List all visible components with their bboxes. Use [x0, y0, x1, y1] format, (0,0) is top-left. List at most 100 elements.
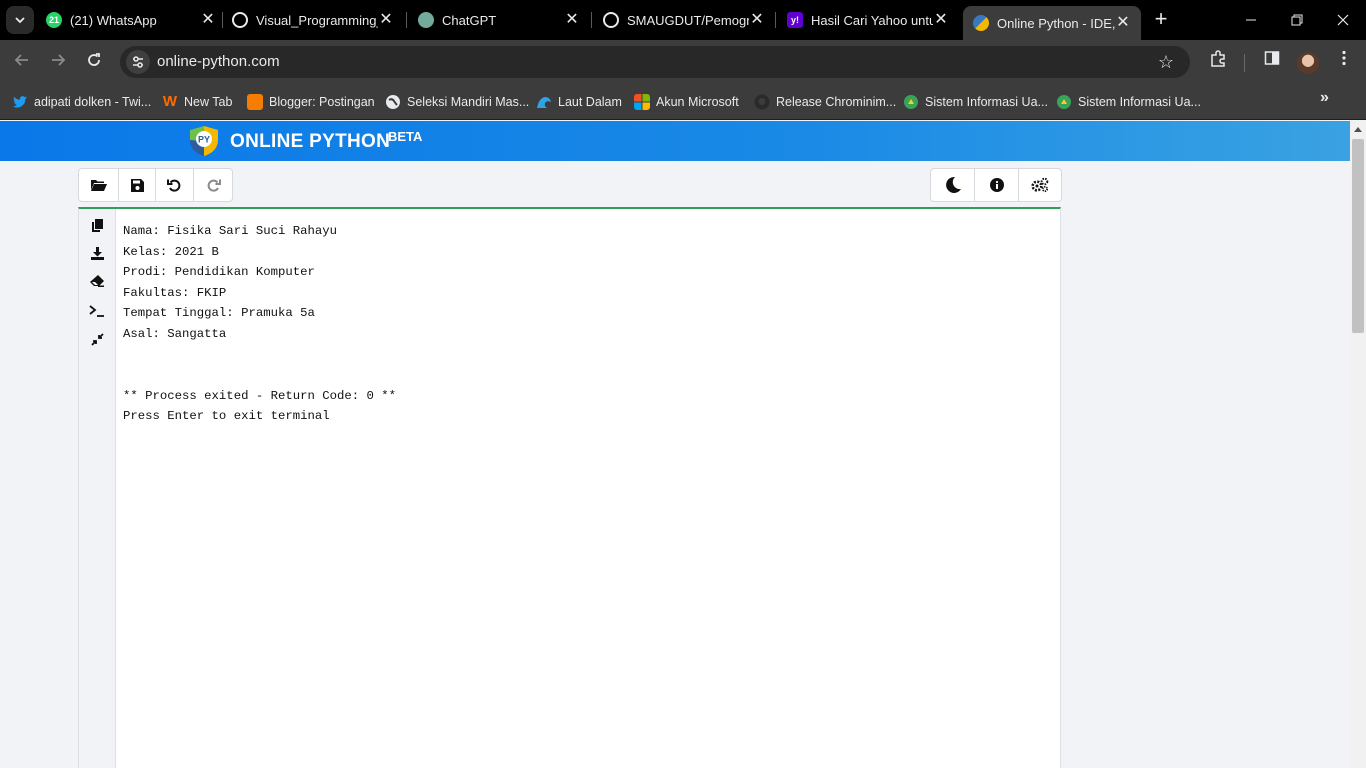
file-toolbar	[78, 168, 233, 202]
whatsapp-icon: 21	[46, 12, 62, 28]
terminal-line: Kelas: 2021 B	[123, 244, 219, 259]
save-button[interactable]	[119, 169, 156, 201]
terminal-output: Nama: Fisika Sari Suci Rahayu Kelas: 2021…	[123, 221, 396, 427]
close-icon[interactable]: ✕	[200, 12, 216, 28]
arrow-left-icon	[14, 54, 28, 66]
undo-icon	[167, 179, 181, 192]
bookmark-label: Akun Microsoft	[656, 95, 739, 109]
forward-button[interactable]	[46, 50, 70, 74]
terminal-icon	[89, 305, 104, 317]
terminal-button[interactable]	[87, 301, 107, 321]
page-scrollbar[interactable]	[1350, 121, 1366, 768]
copy-icon	[91, 218, 103, 232]
bookmark-star-icon[interactable]: ☆	[1154, 50, 1178, 74]
tab-title: (21) WhatsApp	[70, 12, 157, 28]
bookmark-item[interactable]: Blogger: Postingan	[247, 92, 375, 112]
terminal-panel[interactable]: Nama: Fisika Sari Suci Rahayu Kelas: 2021…	[78, 207, 1061, 768]
bookmark-item[interactable]: Laut Dalam	[536, 92, 622, 112]
download-button[interactable]	[87, 243, 107, 263]
close-icon[interactable]: ✕	[933, 12, 949, 28]
open-file-button[interactable]	[79, 169, 119, 201]
more-vert-icon	[1342, 50, 1346, 66]
tab-yahoo[interactable]: y! Hasil Cari Yahoo untu ✕	[787, 0, 949, 40]
folder-open-icon	[90, 180, 107, 191]
w-icon: W	[162, 93, 178, 110]
profile-avatar[interactable]	[1297, 52, 1319, 74]
tab-smaugdut[interactable]: SMAUGDUT/Pemogra ✕	[603, 0, 765, 40]
bookmark-label: adipati dolken - Twi...	[34, 95, 152, 109]
yahoo-icon: y!	[787, 12, 803, 28]
bookmark-label: Laut Dalam	[558, 95, 622, 109]
copy-button[interactable]	[87, 215, 107, 235]
bookmark-item[interactable]: W New Tab	[162, 92, 233, 112]
tab-title: Visual_Programming_	[256, 12, 378, 28]
close-icon[interactable]: ✕	[564, 12, 580, 28]
tab-search-button[interactable]	[6, 6, 34, 34]
tab-separator	[406, 12, 407, 28]
browser-toolbar: online-python.com ☆	[0, 40, 1366, 84]
info-button[interactable]	[975, 169, 1019, 201]
bookmark-item[interactable]: Sistem Informasi Ua...	[1056, 92, 1201, 112]
save-icon	[130, 178, 144, 192]
window-close-button[interactable]	[1320, 0, 1366, 40]
collapse-button[interactable]	[87, 329, 107, 349]
scrollbar-thumb[interactable]	[1352, 139, 1364, 333]
side-panel-icon	[1264, 51, 1280, 65]
menu-button[interactable]	[1332, 50, 1356, 74]
gears-icon	[1031, 177, 1049, 193]
terminal-line: ** Process exited - Return Code: 0 **	[123, 388, 397, 403]
extensions-button[interactable]	[1206, 50, 1230, 74]
terminal-side-toolbar	[79, 209, 116, 768]
close-icon[interactable]: ✕	[378, 12, 394, 28]
tab-chatgpt[interactable]: ChatGPT ✕	[418, 0, 580, 40]
bookmark-item[interactable]: Sistem Informasi Ua...	[903, 92, 1048, 112]
bookmark-item[interactable]: adipati dolken - Twi...	[12, 92, 151, 112]
twitter-icon	[13, 96, 27, 108]
close-icon[interactable]: ✕	[749, 12, 765, 28]
tab-visual-programming[interactable]: Visual_Programming_ ✕	[232, 0, 394, 40]
github-icon	[603, 12, 619, 28]
tab-title: ChatGPT	[442, 12, 497, 28]
terminal-line: Asal: Sangatta	[123, 326, 227, 341]
reload-button[interactable]	[82, 50, 106, 74]
restore-button[interactable]	[1274, 0, 1320, 40]
puzzle-icon	[1211, 50, 1225, 67]
terminal-line: Press Enter to exit terminal	[123, 409, 330, 424]
github-icon	[232, 12, 248, 28]
minimize-button[interactable]	[1228, 0, 1274, 40]
dark-mode-button[interactable]	[931, 169, 975, 201]
settings-button[interactable]	[1019, 169, 1061, 201]
scroll-up-arrow-icon[interactable]	[1354, 127, 1362, 132]
bookmark-item[interactable]: Release Chrominim...	[754, 92, 896, 112]
info-icon	[989, 178, 1004, 192]
terminal-line: Fakultas: FKIP	[123, 285, 227, 300]
site-logo-text[interactable]: ONLINE PYTHON	[230, 131, 390, 153]
bookmark-label: Release Chrominim...	[776, 95, 897, 109]
side-panel-button[interactable]	[1260, 50, 1284, 74]
redo-button[interactable]	[194, 169, 232, 201]
bookmark-item[interactable]: Seleksi Mandiri Mas...	[385, 92, 529, 112]
back-button[interactable]	[10, 50, 34, 74]
download-icon	[90, 246, 104, 260]
address-bar[interactable]: online-python.com ☆	[120, 46, 1190, 78]
terminal-line: Prodi: Pendidikan Komputer	[123, 265, 315, 280]
tab-whatsapp[interactable]: 21 (21) WhatsApp ✕	[46, 0, 216, 40]
close-icon	[1337, 14, 1349, 26]
globe-icon	[386, 95, 400, 109]
tab-online-python[interactable]: Online Python - IDE, E ✕	[963, 6, 1141, 40]
close-icon[interactable]: ✕	[1115, 15, 1131, 31]
compress-icon	[90, 332, 104, 346]
bookmark-item[interactable]: Akun Microsoft	[634, 92, 739, 112]
bookmarks-overflow-icon[interactable]: »	[1320, 89, 1329, 107]
tab-separator	[775, 12, 776, 28]
undo-button[interactable]	[156, 169, 194, 201]
logo-shield-icon[interactable]: PY	[188, 125, 220, 157]
clear-button[interactable]	[87, 271, 107, 291]
terminal-line: Nama: Fisika Sari Suci Rahayu	[123, 224, 338, 238]
site-info-icon[interactable]	[126, 50, 150, 74]
eraser-icon	[90, 275, 104, 287]
new-tab-button[interactable]: +	[1150, 8, 1172, 30]
site-header: PY ONLINE PYTHON BETA	[0, 121, 1350, 161]
